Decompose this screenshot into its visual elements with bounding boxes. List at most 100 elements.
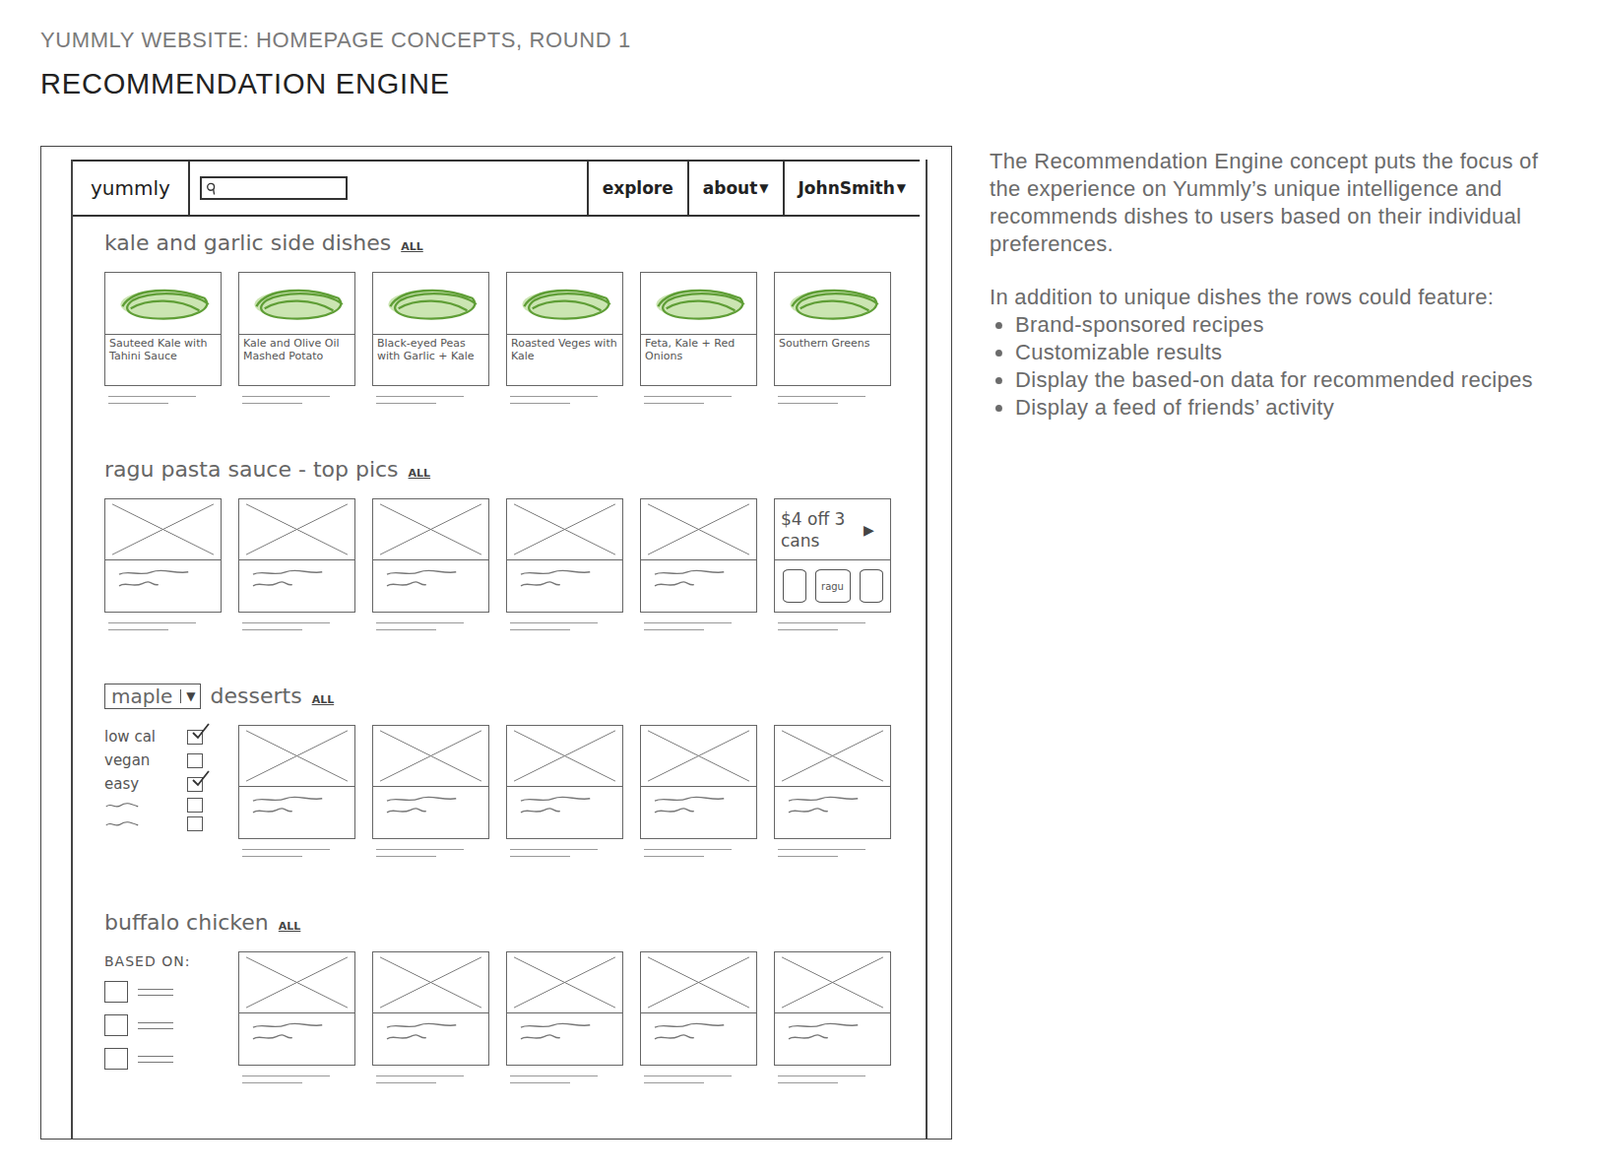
filter-checkbox[interactable] [187, 776, 203, 792]
text-scribble-icon [774, 1013, 891, 1053]
based-on-item[interactable] [104, 1010, 222, 1040]
recipe-title: Kale and Olive Oil Mashed Potato [239, 334, 355, 365]
recipe-card[interactable]: Feta, Kale + Red Onions [640, 271, 758, 404]
filter-option[interactable] [104, 816, 203, 832]
image-placeholder-icon [640, 499, 757, 561]
recipe-card[interactable]: Black-eyed Peas with Garlic + Kale [372, 271, 490, 404]
text-scribble-icon [373, 786, 489, 827]
check-icon [190, 769, 210, 790]
recipe-card[interactable]: Southern Greens [773, 271, 892, 404]
kale-icon [647, 277, 751, 329]
based-on-item[interactable] [104, 976, 222, 1007]
all-link[interactable]: ALL [408, 466, 432, 480]
text-scribble-icon [640, 560, 757, 600]
filter-option[interactable] [104, 797, 203, 813]
based-on-checkbox[interactable] [104, 1047, 128, 1070]
recipe-card[interactable] [640, 498, 758, 631]
concept-description: The Recommendation Engine concept puts t… [989, 145, 1541, 1140]
based-on-checkbox[interactable] [104, 1014, 128, 1036]
recipe-card[interactable]: Roasted Veges with Kale [506, 271, 624, 404]
text-scribble-icon [640, 1013, 757, 1053]
all-link[interactable]: ALL [312, 693, 335, 706]
filter-checkbox[interactable] [187, 729, 203, 745]
based-on-item[interactable] [104, 1043, 222, 1074]
recipe-photo [507, 272, 623, 335]
row-header: ragu pasta sauce - top pics ALL [104, 456, 926, 493]
based-on-label: BASED ON: [104, 953, 222, 969]
row-title: desserts [210, 683, 303, 708]
recipe-card[interactable] [238, 951, 356, 1084]
document-header: YUMMLY WEBSITE: HOMEPAGE CONCEPTS, ROUND… [40, 27, 1600, 101]
recipe-card[interactable] [506, 724, 624, 857]
recipe-photo [640, 272, 757, 335]
image-placeholder-icon [774, 725, 891, 787]
image-placeholder-icon [640, 952, 757, 1014]
filter-checkbox[interactable] [187, 753, 203, 768]
recipe-card[interactable] [372, 951, 490, 1084]
search-icon [205, 181, 218, 196]
recipe-card[interactable]: Kale and Olive Oil Mashed Potato [238, 271, 356, 404]
flavor-dropdown[interactable]: maple ▼ [104, 683, 201, 709]
kale-icon [112, 277, 215, 329]
brand-can: ragu [815, 569, 851, 603]
recipe-card[interactable] [238, 498, 356, 631]
card-grid: BASED ON: [104, 951, 926, 1084]
recipe-title: Roasted Veges with Kale [507, 334, 623, 365]
recipe-card[interactable] [104, 498, 222, 631]
product-cans: ragu [774, 560, 891, 612]
recipe-photo [239, 272, 355, 335]
recipe-title: Black-eyed Peas with Garlic + Kale [373, 334, 489, 365]
nav-item[interactable]: explore [586, 161, 688, 215]
recipe-card[interactable]: Sauteed Kale with Tahini Sauce [104, 271, 222, 404]
based-on-checkbox[interactable] [104, 980, 128, 1003]
recipe-title: Sauteed Kale with Tahini Sauce [105, 334, 221, 365]
scribble-label-icon [104, 819, 140, 830]
kale-icon [246, 277, 349, 329]
recipe-card[interactable] [506, 498, 624, 631]
recipe-row: kale and garlic side dishes ALL Sauteed … [104, 230, 926, 428]
text-scribble-icon [774, 786, 891, 827]
nav-item[interactable]: JohnSmith▼ [782, 161, 920, 215]
nav-item[interactable]: about▼ [687, 161, 783, 215]
recipe-card[interactable] [773, 951, 892, 1084]
main: yummly exploreabout▼JohnSmith▼ kale and … [40, 145, 1600, 1140]
filter-option[interactable]: vegan [104, 750, 203, 770]
recipe-card[interactable] [506, 951, 624, 1084]
logo[interactable]: yummly [72, 161, 191, 215]
features-lead: In addition to unique dishes the rows co… [989, 283, 1541, 312]
image-placeholder-icon [774, 952, 891, 1014]
all-link[interactable]: ALL [278, 919, 302, 933]
image-placeholder-icon [507, 499, 623, 561]
recipe-card[interactable] [238, 724, 356, 857]
recipe-card[interactable]: $4 off 3 cans ▶ ragu [773, 498, 892, 631]
all-link[interactable]: ALL [400, 240, 424, 254]
filter-option[interactable]: low cal [104, 726, 203, 747]
text-scribble-icon [239, 786, 355, 827]
recipe-title: Feta, Kale + Red Onions [640, 334, 757, 365]
nav-bar: yummly exploreabout▼JohnSmith▼ [72, 159, 920, 217]
recipe-card[interactable] [640, 951, 758, 1084]
can-icon [782, 569, 807, 603]
filter-checkbox[interactable] [187, 797, 203, 813]
filter-checkbox[interactable] [187, 816, 203, 832]
text-scribble-icon [507, 560, 623, 600]
card-grid: low cal vegan easy [104, 724, 926, 857]
image-placeholder-icon [640, 725, 757, 787]
text-scribble-icon [373, 1013, 489, 1053]
coupon-offer: $4 off 3 cans ▶ [774, 499, 891, 561]
recipe-card[interactable] [372, 498, 490, 631]
recipe-card[interactable] [640, 724, 758, 857]
image-placeholder-icon [373, 725, 489, 787]
concept-page: YUMMLY WEBSITE: HOMEPAGE CONCEPTS, ROUND… [0, 0, 1600, 1173]
row-title: kale and garlic side dishes [104, 230, 391, 256]
recipe-card[interactable] [372, 724, 490, 857]
row-title: buffalo chicken [104, 909, 269, 935]
text-scribble-icon [640, 786, 757, 827]
filter-panel: low cal vegan easy [104, 724, 222, 857]
intro-paragraph: The Recommendation Engine concept puts t… [989, 147, 1541, 258]
filter-option[interactable]: easy [104, 773, 203, 794]
recipe-card[interactable] [773, 724, 892, 857]
image-placeholder-icon [373, 499, 489, 561]
image-placeholder-icon [239, 952, 355, 1014]
search-field[interactable] [199, 176, 348, 200]
